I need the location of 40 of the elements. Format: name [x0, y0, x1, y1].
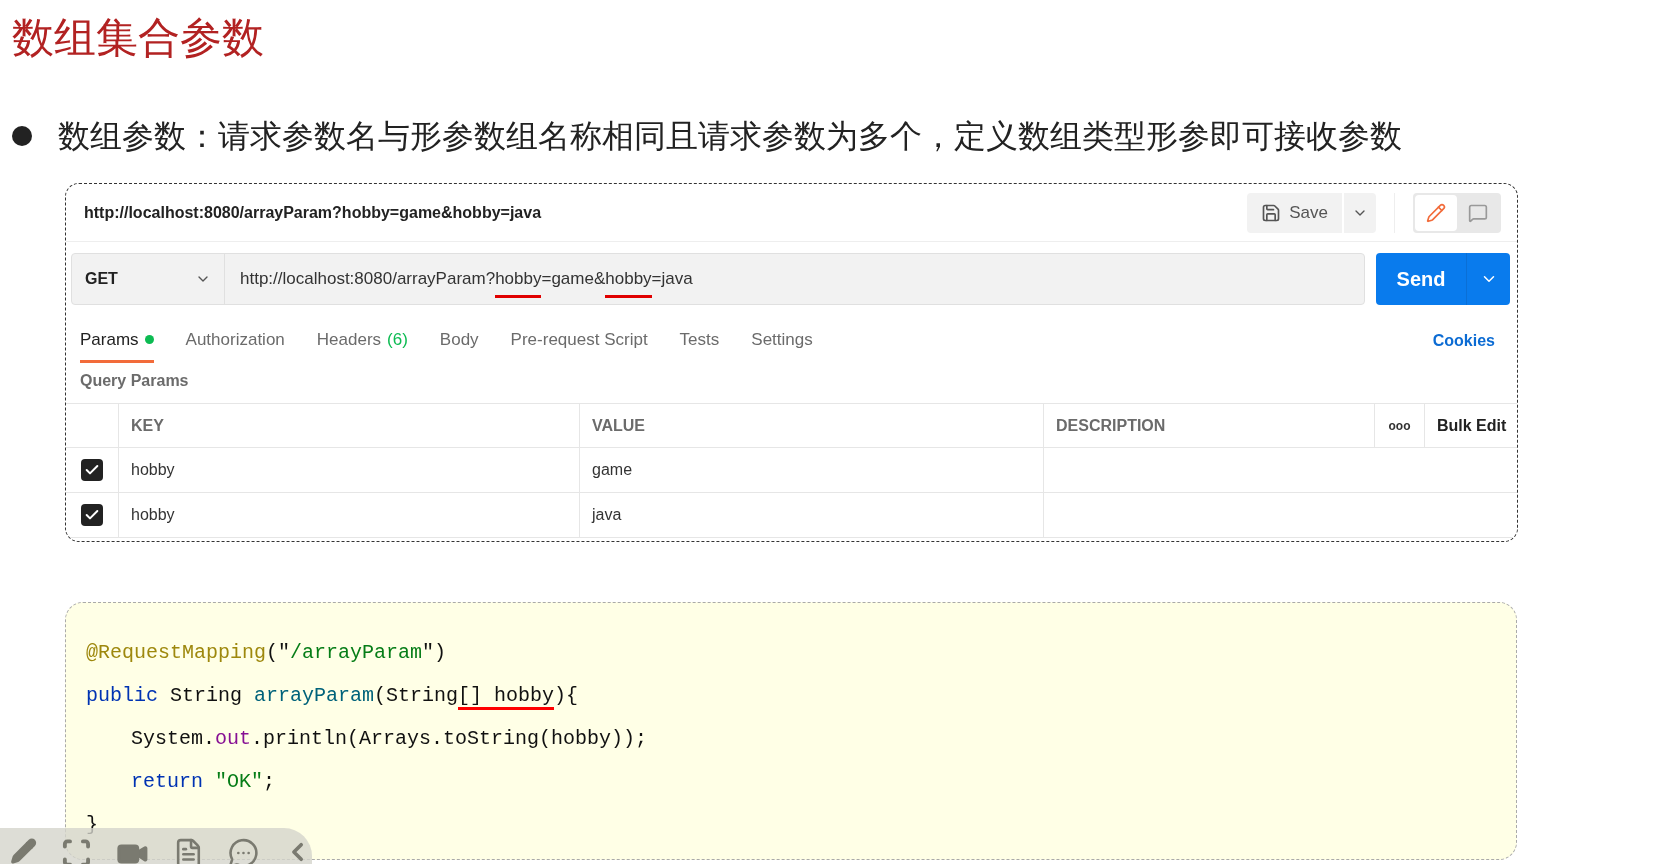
request-tab[interactable]: Headers (6) [316, 319, 408, 363]
more-options-button[interactable]: ooo [1375, 404, 1425, 447]
row-checkbox[interactable] [81, 459, 103, 481]
save-icon [1261, 202, 1282, 223]
save-menu-button[interactable] [1344, 192, 1376, 233]
code-line: return "OK"; [130, 769, 277, 795]
url-field[interactable]: http://localhost:8080/arrayParam?hobby=game&hobby=java [225, 254, 708, 304]
method-select[interactable]: GET [72, 254, 225, 304]
code-line: } [86, 812, 99, 838]
request-tab[interactable]: Pre-request Script [510, 319, 648, 363]
request-tab[interactable]: Settings [751, 319, 813, 363]
comment-icon [1468, 202, 1488, 223]
slide-title: 数组集合参数 [12, 12, 264, 64]
param-value: game [592, 460, 633, 480]
pencil-icon[interactable] [10, 836, 38, 864]
cookies-link[interactable]: Cookies [1432, 329, 1495, 353]
request-name: http://localhost:8080/arrayParam?hobby=game&hobby=java [84, 202, 543, 223]
scan-icon[interactable] [61, 836, 93, 864]
bullet-text: 数组参数：请求参数名与形参数组名称相同且请求参数为多个，定义数组类型形参即可接收参数 [58, 116, 1402, 157]
save-button[interactable]: Save [1247, 192, 1342, 233]
column-header: DESCRIPTION [1044, 404, 1375, 447]
section-label: Query Params [79, 371, 190, 391]
request-tab[interactable]: Params [80, 319, 154, 363]
request-tab[interactable]: Authorization [185, 319, 285, 363]
code-line: public String arrayParam(String[] hobby){ [86, 674, 1516, 717]
pencil-icon [1426, 202, 1446, 223]
param-value: java [592, 505, 622, 525]
send-button[interactable]: Send [1376, 253, 1466, 305]
param-key: hobby [131, 503, 175, 527]
code-line: @RequestMapping("/arrayParam") [86, 640, 448, 666]
chat-icon[interactable] [227, 836, 259, 864]
bulk-edit-button[interactable]: Bulk Edit [1425, 404, 1517, 447]
code-line: System.out.println(Arrays.toString(hobby)); [130, 726, 649, 752]
request-tab[interactable]: Tests [679, 319, 720, 363]
column-header: KEY [119, 404, 580, 447]
param-key: hobby [131, 458, 175, 482]
column-header: VALUE [580, 404, 1044, 447]
edit-button[interactable] [1415, 194, 1457, 231]
row-checkbox[interactable] [81, 504, 103, 526]
request-tab[interactable]: Body [439, 319, 479, 363]
